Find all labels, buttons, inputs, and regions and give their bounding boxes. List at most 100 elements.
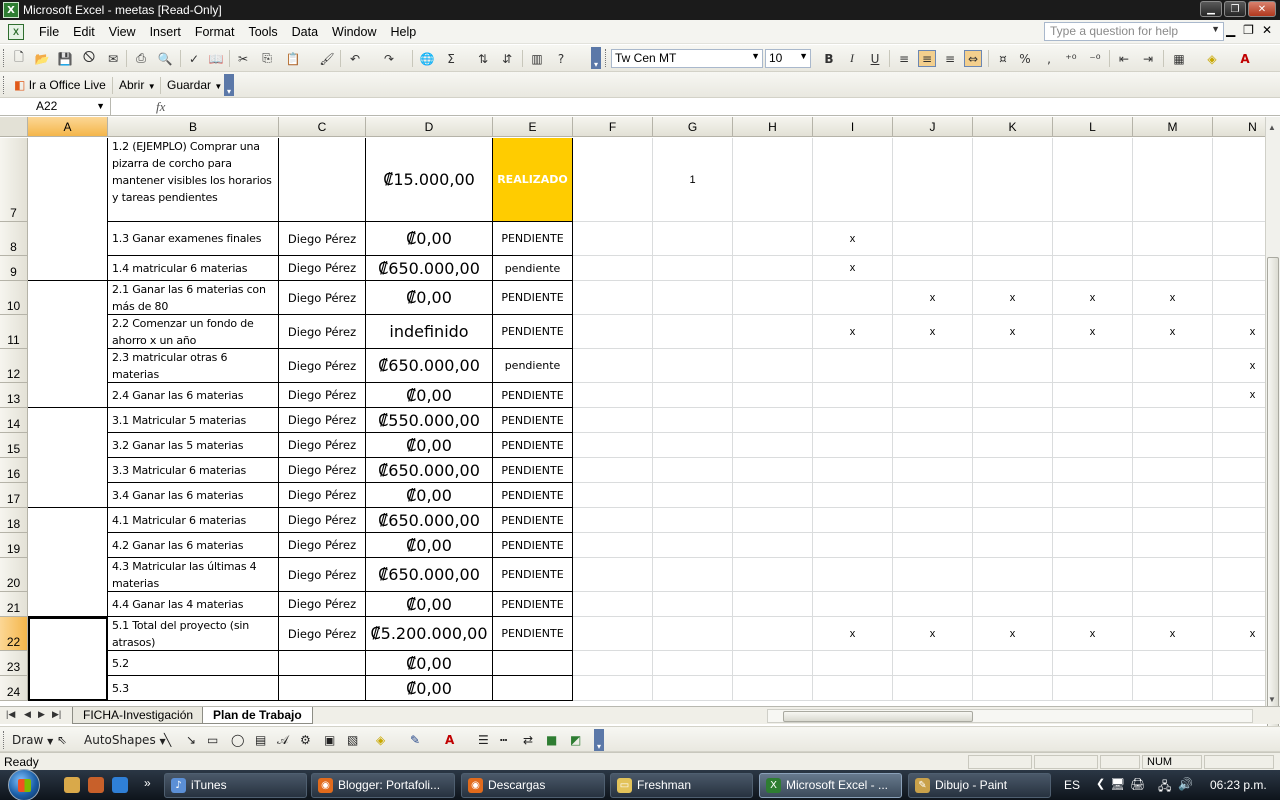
borders-icon[interactable]: ▦	[1170, 50, 1188, 67]
cell-mark[interactable]: x	[1213, 617, 1265, 651]
cell-g[interactable]	[653, 433, 733, 458]
email-icon[interactable]: ✉	[104, 50, 122, 67]
table-cell[interactable]	[733, 458, 813, 483]
column-header[interactable]: D	[366, 117, 493, 137]
name-box[interactable]: A22 ▼	[0, 98, 111, 115]
guardar-button[interactable]: Guardar ▼	[163, 76, 226, 95]
scroll-down-icon[interactable]: ▼	[1268, 695, 1276, 704]
cell-activity[interactable]: 4.2 Ganar las 6 materias	[108, 533, 279, 558]
cell-cost[interactable]: ₡0,00	[366, 651, 493, 676]
merged-group-a[interactable]	[28, 508, 108, 617]
cell-activity[interactable]: 5.2	[108, 651, 279, 676]
doc-close-icon[interactable]: ✕	[1262, 23, 1272, 37]
row-header[interactable]: 7	[0, 138, 28, 222]
cell-cost[interactable]: ₡0,00	[366, 433, 493, 458]
cell-responsible[interactable]	[279, 138, 366, 222]
cell-status[interactable]: pendiente	[493, 349, 573, 383]
chevron-down-icon[interactable]: ▼	[96, 98, 105, 115]
cell-cost[interactable]: indefinido	[366, 315, 493, 349]
cell-mark[interactable]	[893, 533, 973, 558]
cell-mark[interactable]	[893, 508, 973, 533]
chevron-down-icon[interactable]: ▼	[1211, 24, 1220, 34]
cell-cost[interactable]: ₡650.000,00	[366, 458, 493, 483]
cell-mark[interactable]	[1133, 508, 1213, 533]
menu-edit[interactable]: Edit	[66, 21, 102, 43]
cell-cost[interactable]: ₡650.000,00	[366, 558, 493, 592]
autoshapes-menu-button[interactable]: AutoShapes ▼	[84, 731, 166, 750]
cell-mark[interactable]	[813, 676, 893, 701]
toolbar-options-icon[interactable]: ▾	[591, 47, 601, 69]
worksheet-grid[interactable]: A B C D E F G H I J K L M N 7 1.2 (EJEMPLO) Comprar una…	[0, 117, 1265, 706]
hyperlink-icon[interactable]: 🌐	[418, 50, 436, 67]
table-cell[interactable]	[733, 592, 813, 617]
tray-network-icon[interactable]: 🖧	[1158, 777, 1171, 798]
cell-mark[interactable]	[1133, 349, 1213, 383]
table-cell[interactable]	[573, 483, 653, 508]
cell-mark[interactable]	[893, 222, 973, 256]
help-search-input[interactable]: Type a question for help ▼	[1044, 22, 1224, 41]
cell-mark[interactable]	[973, 483, 1053, 508]
cell-activity[interactable]: 5.1 Total del proyecto (sin atrasos)	[108, 617, 279, 651]
next-sheet-icon[interactable]: ▶	[38, 709, 45, 720]
doc-minimize-icon[interactable]: ▁	[1226, 23, 1235, 37]
cell-mark[interactable]	[973, 458, 1053, 483]
table-cell[interactable]	[733, 617, 813, 651]
cell-mark[interactable]: x	[1053, 281, 1133, 315]
toolbar-options-icon[interactable]: ▾	[594, 729, 604, 751]
row-header[interactable]: 17	[0, 483, 28, 508]
cell-mark[interactable]: x	[973, 617, 1053, 651]
row-header[interactable]: 18	[0, 508, 28, 533]
cell-mark[interactable]	[1133, 483, 1213, 508]
task-paint[interactable]: ✎ Dibujo - Paint	[908, 773, 1051, 798]
underline-button[interactable]: U	[866, 50, 884, 67]
table-cell[interactable]	[573, 592, 653, 617]
row-header[interactable]: 16	[0, 458, 28, 483]
cell-mark[interactable]: x	[1213, 315, 1265, 349]
cell-mark[interactable]	[1053, 508, 1133, 533]
cell-responsible[interactable]: Diego Pérez	[279, 617, 366, 651]
cell-cost[interactable]: ₡0,00	[366, 483, 493, 508]
cell-mark[interactable]	[973, 408, 1053, 433]
cell-responsible[interactable]: Diego Pérez	[279, 558, 366, 592]
cell-mark[interactable]	[813, 408, 893, 433]
cell-mark[interactable]	[1053, 558, 1133, 592]
cell-activity[interactable]: 3.2 Ganar las 5 materias	[108, 433, 279, 458]
cell-responsible[interactable]: Diego Pérez	[279, 383, 366, 408]
increase-decimal-icon[interactable]: ⁺⁰	[1062, 50, 1080, 67]
research-icon[interactable]: 📖	[207, 50, 225, 67]
cell-status[interactable]: REALIZADO	[493, 138, 573, 222]
table-cell[interactable]	[733, 281, 813, 315]
font-size-select[interactable]: 10 ▼	[765, 49, 811, 68]
table-cell[interactable]	[573, 222, 653, 256]
wordart-icon[interactable]: 𝒜	[277, 731, 288, 750]
table-cell[interactable]	[573, 315, 653, 349]
cell-mark[interactable]	[813, 138, 893, 222]
cell-cost[interactable]: ₡650.000,00	[366, 508, 493, 533]
row-header[interactable]: 10	[0, 281, 28, 315]
cell-g[interactable]	[653, 508, 733, 533]
first-sheet-icon[interactable]: |◀	[6, 709, 15, 720]
open-icon[interactable]: 📂	[33, 50, 51, 67]
task-itunes[interactable]: ♪ iTunes	[164, 773, 307, 798]
arrow-style-icon[interactable]: ⇄	[523, 731, 533, 750]
cell-mark[interactable]	[1133, 533, 1213, 558]
cell-mark[interactable]: x	[1133, 281, 1213, 315]
picture-icon[interactable]: ▧	[347, 731, 358, 750]
cell-g[interactable]	[653, 651, 733, 676]
cell-cost[interactable]: ₡15.000,00	[366, 138, 493, 222]
cell-g[interactable]	[653, 383, 733, 408]
row-header[interactable]: 8	[0, 222, 28, 256]
menu-view[interactable]: View	[102, 21, 143, 43]
redo-icon[interactable]: ↷	[380, 50, 398, 67]
cell-status[interactable]: PENDIENTE	[493, 558, 573, 592]
cell-mark[interactable]	[893, 383, 973, 408]
cell-mark[interactable]: x	[1133, 617, 1213, 651]
cell-status[interactable]: PENDIENTE	[493, 408, 573, 433]
cell-mark[interactable]	[1213, 483, 1265, 508]
cell-mark[interactable]	[1133, 558, 1213, 592]
copy-icon[interactable]: ⎘	[258, 50, 276, 67]
vertical-scrollbar[interactable]: ▲ ▼	[1265, 117, 1280, 767]
decrease-indent-icon[interactable]: ⇤	[1115, 50, 1133, 67]
toolbar-grip[interactable]	[3, 49, 6, 67]
cell-mark[interactable]: x	[893, 617, 973, 651]
